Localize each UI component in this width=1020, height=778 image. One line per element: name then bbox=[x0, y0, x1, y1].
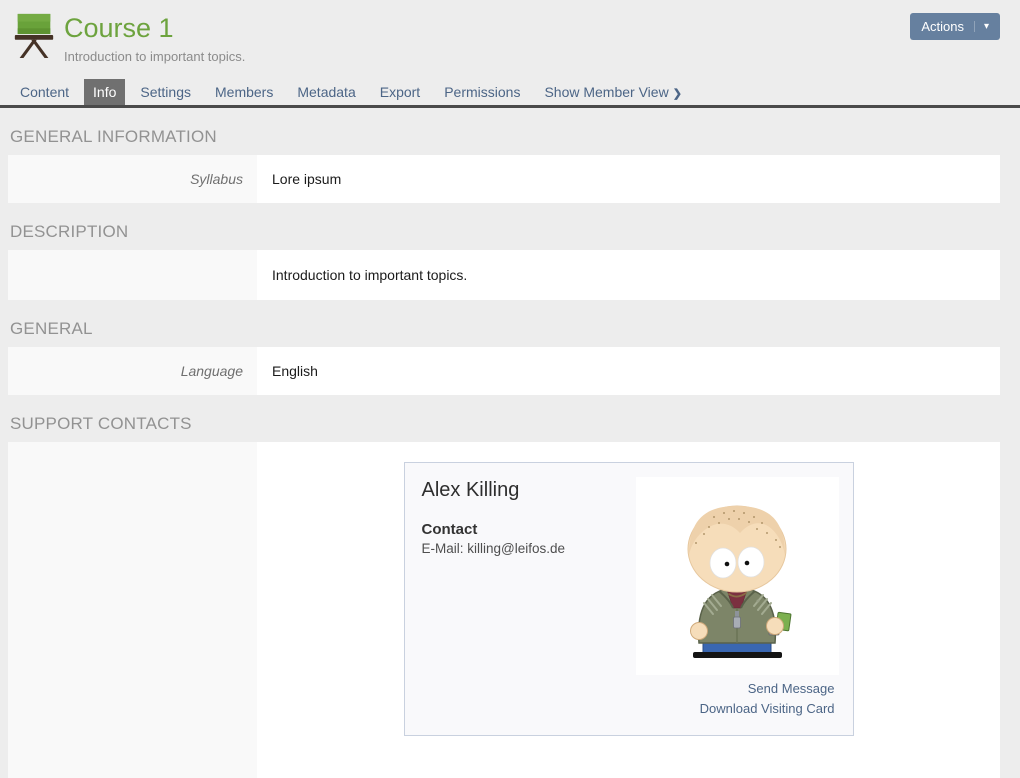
section-title-general-information: GENERAL INFORMATION bbox=[10, 127, 998, 147]
description-value: Introduction to important topics. bbox=[257, 250, 1000, 300]
tab-settings[interactable]: Settings bbox=[131, 79, 200, 105]
description-label bbox=[8, 250, 257, 300]
page-subtitle: Introduction to important topics. bbox=[64, 49, 245, 64]
tab-info[interactable]: Info bbox=[84, 79, 125, 105]
tab-show-member-view[interactable]: Show Member View ❯ bbox=[535, 79, 690, 105]
tab-content[interactable]: Content bbox=[11, 79, 78, 105]
language-value: English bbox=[257, 347, 1000, 395]
course-page: Course 1 Introduction to important topic… bbox=[0, 0, 1020, 778]
header-text: Course 1 Introduction to important topic… bbox=[64, 10, 245, 64]
tab-export[interactable]: Export bbox=[371, 79, 429, 105]
page-header: Course 1 Introduction to important topic… bbox=[0, 0, 1020, 64]
actions-button-label: Actions bbox=[921, 19, 964, 34]
support-contacts-label-column bbox=[8, 442, 257, 778]
contact-card: Alex Killing Contact E-Mail: killing@lei… bbox=[404, 462, 854, 736]
download-visiting-card-link[interactable]: Download Visiting Card bbox=[700, 699, 835, 719]
info-content: GENERAL INFORMATION Syllabus Lore ipsum … bbox=[0, 108, 1020, 778]
tab-metadata[interactable]: Metadata bbox=[288, 79, 364, 105]
tab-bar: Content Info Settings Members Metadata E… bbox=[0, 79, 1020, 108]
course-blackboard-icon bbox=[14, 12, 54, 58]
tab-permissions[interactable]: Permissions bbox=[435, 79, 529, 105]
contact-card-links: Send Message Download Visiting Card bbox=[700, 679, 835, 719]
send-message-link[interactable]: Send Message bbox=[700, 679, 835, 699]
tab-members[interactable]: Members bbox=[206, 79, 282, 105]
section-title-description: DESCRIPTION bbox=[10, 222, 998, 242]
section-title-general: GENERAL bbox=[10, 319, 998, 339]
actions-button[interactable]: Actions ▾ bbox=[910, 13, 1000, 40]
tab-show-member-view-label: Show Member View bbox=[544, 84, 668, 100]
language-row: Language English bbox=[8, 347, 1000, 395]
language-label: Language bbox=[8, 347, 257, 395]
chevron-right-icon: ❯ bbox=[673, 88, 682, 100]
syllabus-row: Syllabus Lore ipsum bbox=[8, 155, 1000, 203]
syllabus-value: Lore ipsum bbox=[257, 155, 1000, 203]
user-avatar-illustration bbox=[636, 477, 839, 675]
support-contacts-panel: Alex Killing Contact E-Mail: killing@lei… bbox=[8, 442, 1000, 778]
description-row: Introduction to important topics. bbox=[8, 250, 1000, 300]
page-title: Course 1 bbox=[64, 12, 245, 44]
support-contacts-value-column: Alex Killing Contact E-Mail: killing@lei… bbox=[257, 442, 1000, 778]
section-title-support-contacts: SUPPORT CONTACTS bbox=[10, 414, 998, 434]
syllabus-label: Syllabus bbox=[8, 155, 257, 203]
contact-photo bbox=[636, 477, 839, 675]
caret-down-icon: ▾ bbox=[974, 21, 989, 32]
